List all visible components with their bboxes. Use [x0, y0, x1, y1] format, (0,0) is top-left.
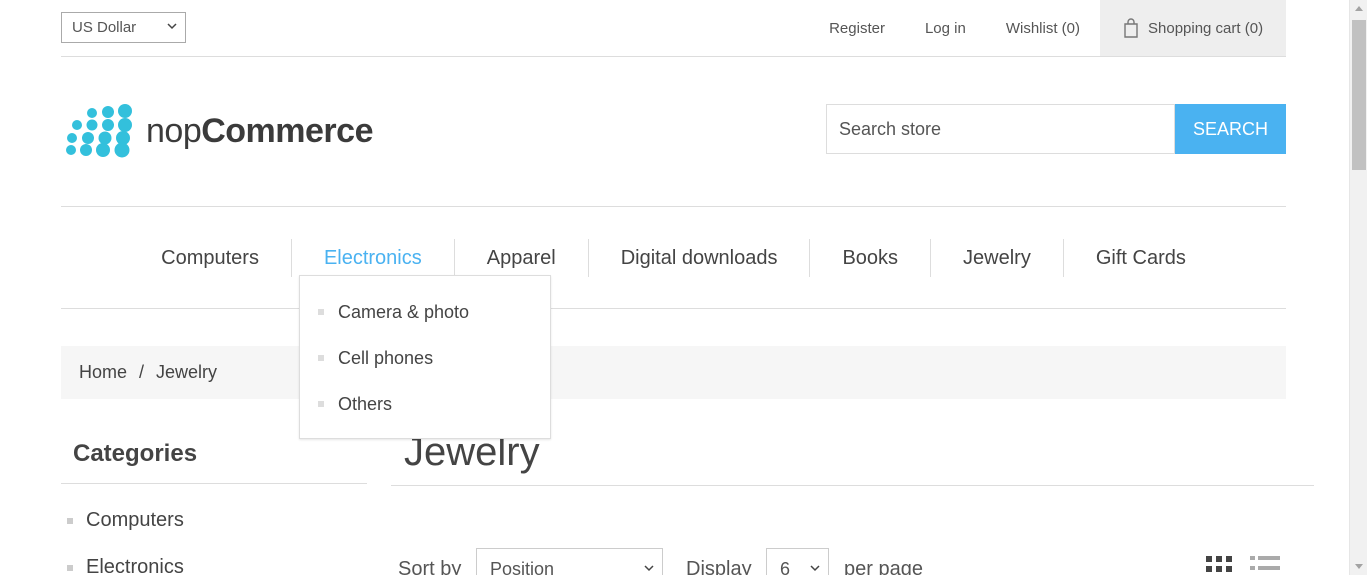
sidebar-item-label: Computers [86, 509, 184, 531]
scroll-up-arrow-icon[interactable] [1355, 6, 1363, 11]
bullet-icon [318, 355, 324, 361]
currency-select[interactable]: US Dollar [61, 12, 186, 43]
header-links: Register Log in Wishlist (0) Shopping ca… [789, 0, 1286, 56]
chevron-down-icon [644, 565, 654, 572]
dropdown-item-others[interactable]: Others [318, 392, 392, 416]
top-menu: Computers Electronics Apparel Digital do… [61, 206, 1286, 309]
breadcrumb-current: Jewelry [156, 362, 218, 382]
scroll-down-arrow-icon[interactable] [1355, 564, 1363, 569]
bullet-icon [67, 564, 73, 571]
search-box: SEARCH [826, 104, 1286, 154]
shopping-cart-link[interactable]: Shopping cart (0) [1100, 0, 1286, 56]
dropdown-item-cell-phones[interactable]: Cell phones [318, 346, 433, 370]
chevron-down-icon [167, 23, 177, 30]
search-input[interactable] [826, 104, 1175, 154]
menu-item-jewelry[interactable]: Jewelry [930, 239, 1063, 277]
login-link[interactable]: Log in [925, 20, 966, 37]
sort-by-value: Position [490, 559, 555, 575]
page-title-divider [391, 485, 1314, 486]
dropdown-item-label: Others [338, 393, 393, 414]
logo-text: nopCommerce [146, 111, 373, 150]
sidebar-item-computers[interactable]: Computers [67, 509, 184, 532]
sidebar-title: Categories [73, 440, 198, 467]
wishlist-link[interactable]: Wishlist (0) [1006, 20, 1080, 37]
grid-view-icon[interactable] [1206, 556, 1232, 572]
breadcrumb-home[interactable]: Home [79, 362, 127, 383]
store-logo[interactable]: nopCommerce [64, 103, 374, 159]
breadcrumb-separator: / [139, 362, 145, 382]
menu-item-computers[interactable]: Computers [129, 239, 291, 277]
menu-item-gift-cards[interactable]: Gift Cards [1062, 239, 1218, 277]
dropdown-item-label: Cell phones [338, 347, 434, 368]
header-links-bar: US Dollar Register Log in Wishlist (0) S… [61, 0, 1286, 57]
chevron-down-icon [810, 565, 820, 572]
page-size-value: 6 [780, 559, 791, 575]
breadcrumb: Home / Jewelry [61, 346, 1286, 399]
per-page-label: per page [844, 558, 923, 575]
sidebar-divider [61, 483, 367, 484]
dropdown-item-camera-photo[interactable]: Camera & photo [318, 300, 469, 324]
bullet-icon [318, 401, 324, 407]
sidebar-item-electronics[interactable]: Electronics [67, 556, 184, 575]
menu-item-books[interactable]: Books [809, 239, 930, 277]
menu-item-apparel[interactable]: Apparel [453, 239, 588, 277]
currency-value: US Dollar [72, 19, 137, 36]
list-view-icon[interactable] [1250, 556, 1280, 572]
menu-item-electronics[interactable]: Electronics [290, 239, 454, 277]
display-label: Display [686, 558, 752, 575]
register-link[interactable]: Register [829, 20, 885, 37]
page-size-select[interactable]: 6 [766, 548, 829, 575]
sort-by-select[interactable]: Position [476, 548, 663, 575]
vertical-scrollbar[interactable] [1349, 0, 1367, 575]
dropdown-item-label: Camera & photo [338, 301, 470, 322]
bullet-icon [67, 517, 73, 524]
cart-label: Shopping cart (0) [1148, 19, 1264, 37]
menu-item-digital-downloads[interactable]: Digital downloads [587, 239, 810, 277]
sort-by-label: Sort by [398, 558, 462, 575]
search-button[interactable]: SEARCH [1175, 104, 1286, 154]
bullet-icon [318, 309, 324, 315]
sidebar-item-label: Electronics [86, 556, 184, 575]
scrollbar-thumb[interactable] [1352, 20, 1366, 170]
electronics-dropdown: Camera & photo Cell phones Others [299, 275, 551, 439]
logo-dots-icon [66, 104, 132, 158]
shopping-bag-icon [1124, 18, 1138, 38]
